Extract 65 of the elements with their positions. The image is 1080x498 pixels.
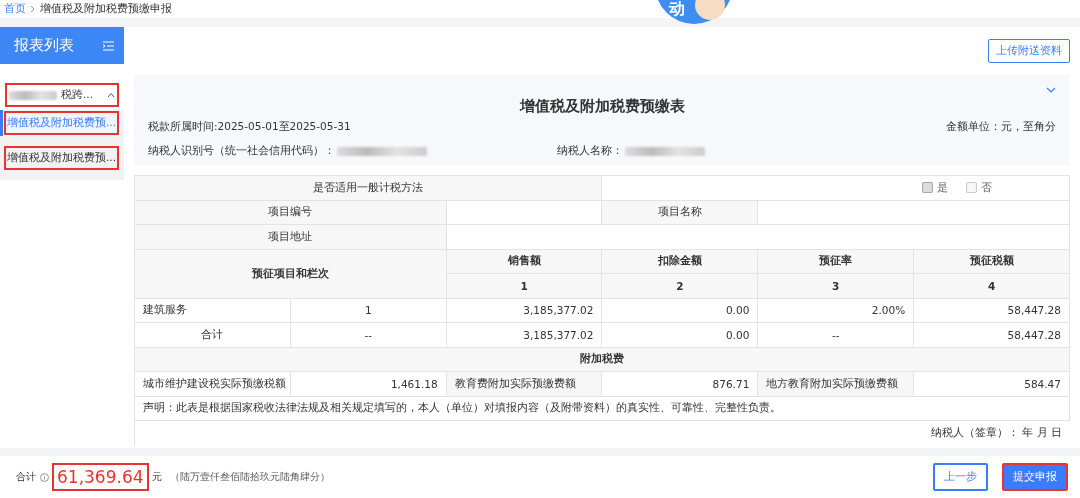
amount-unit: 金额单位：元，至角分 xyxy=(946,120,1056,134)
table-cell: 4 xyxy=(914,274,1070,299)
amount-cell: 0.00 xyxy=(602,298,759,323)
table-cell: 扣除金额 xyxy=(602,249,759,274)
sidebar-group[interactable]: 税跨... xyxy=(6,84,118,106)
sidebar-item[interactable]: 增值税及附加税费预... xyxy=(0,110,124,136)
table-cell: -- xyxy=(290,323,447,348)
total-amount: 61,369.64 xyxy=(53,464,148,490)
table-cell: 城市维护建设税实际预缴税额 xyxy=(135,372,291,397)
currency-unit: 元 xyxy=(151,470,162,484)
table-cell: 建筑服务 xyxy=(135,298,291,323)
input-field[interactable] xyxy=(758,200,1070,225)
table-cell: 项目编号 xyxy=(135,200,447,225)
tax-period: 税款所属时间:2025-05-01至2025-05-31 xyxy=(148,120,351,134)
table-cell: 教育费附加实际预缴费额 xyxy=(446,372,603,397)
input-field[interactable] xyxy=(446,200,603,225)
table-cell: 预征率 xyxy=(758,249,915,274)
input-field[interactable] xyxy=(446,225,1070,250)
upload-button[interactable]: 上传附送资料 xyxy=(988,39,1070,63)
table-cell: 预征税额 xyxy=(914,249,1070,274)
table-cell: 3 xyxy=(758,274,915,299)
taxpayer-id-label: 纳税人识别号（统一社会信用代码）： xyxy=(148,144,335,158)
table-cell: 附加税费 xyxy=(135,347,1070,372)
amount-cell: 58,447.28 xyxy=(914,298,1070,323)
chevron-right-icon xyxy=(30,5,36,13)
table-cell: 1 xyxy=(446,274,603,299)
amount-in-words: （陆万壹仟叁佰陆拾玖元陆角肆分） xyxy=(169,470,330,484)
breadcrumb-current: 增值税及附加税费预缴申报 xyxy=(40,2,172,16)
checkbox[interactable] xyxy=(921,182,933,194)
statement-text: 声明：此表是根据国家税收法律法规及相关规定填写的，本人（单位）对填报内容（及附带资料）的真实性、可靠性、完整性负责。 xyxy=(135,396,1070,421)
signature-line: 纳税人（签章）： 年 月 日 xyxy=(929,425,1063,441)
submit-button[interactable]: 提交申报 xyxy=(1002,463,1068,491)
caret-icon[interactable] xyxy=(107,92,115,98)
sidebar-item-label: 增值税及附加税费预... xyxy=(5,112,118,134)
table-cell: 1 xyxy=(290,298,447,323)
table-cell: 项目地址 xyxy=(135,225,447,250)
amount-cell: 3,185,377.02 xyxy=(446,323,603,348)
sidebar-title: 报表列表 xyxy=(14,36,74,55)
sidebar-item-label: 增值税及附加税费预... xyxy=(5,147,118,169)
table-cell: 预征项目和栏次 xyxy=(135,249,447,299)
table-cell: 销售额 xyxy=(446,249,603,274)
amount-cell: 584.47 xyxy=(914,372,1070,397)
table-cell: 项目名称 xyxy=(602,200,759,225)
amount-cell: 3,185,377.02 xyxy=(446,298,603,323)
checkbox-label: 是 xyxy=(936,180,948,195)
amount-cell: 2.00% xyxy=(758,298,915,323)
menu-collapse-icon[interactable] xyxy=(103,40,114,51)
table-cell: -- xyxy=(758,323,915,348)
total-label: 合计 xyxy=(16,470,36,484)
table-cell: 地方教育附加实际预缴费额 xyxy=(758,372,915,397)
amount-cell: 0.00 xyxy=(602,323,759,348)
sidebar-item[interactable]: 增值税及附加税费预... xyxy=(0,136,124,180)
breadcrumb-link[interactable]: 首页 xyxy=(4,2,26,16)
table-cell: 是否适用一般计税方法 xyxy=(135,176,603,201)
chevron-down-icon[interactable] xyxy=(1046,87,1056,93)
table-cell: 合计 xyxy=(135,323,291,348)
table-cell: 2 xyxy=(602,274,759,299)
checkbox-label: 否 xyxy=(980,180,992,195)
previous-button[interactable]: 上一步 xyxy=(933,463,988,491)
amount-cell: 58,447.28 xyxy=(914,323,1070,348)
info-icon[interactable] xyxy=(40,472,49,482)
amount-cell: 1,461.18 xyxy=(290,372,447,397)
taxpayer-name-label: 纳税人名称： xyxy=(557,144,623,158)
checkbox[interactable] xyxy=(965,182,977,194)
form-title: 增值税及附加税费预缴表 xyxy=(518,97,686,116)
